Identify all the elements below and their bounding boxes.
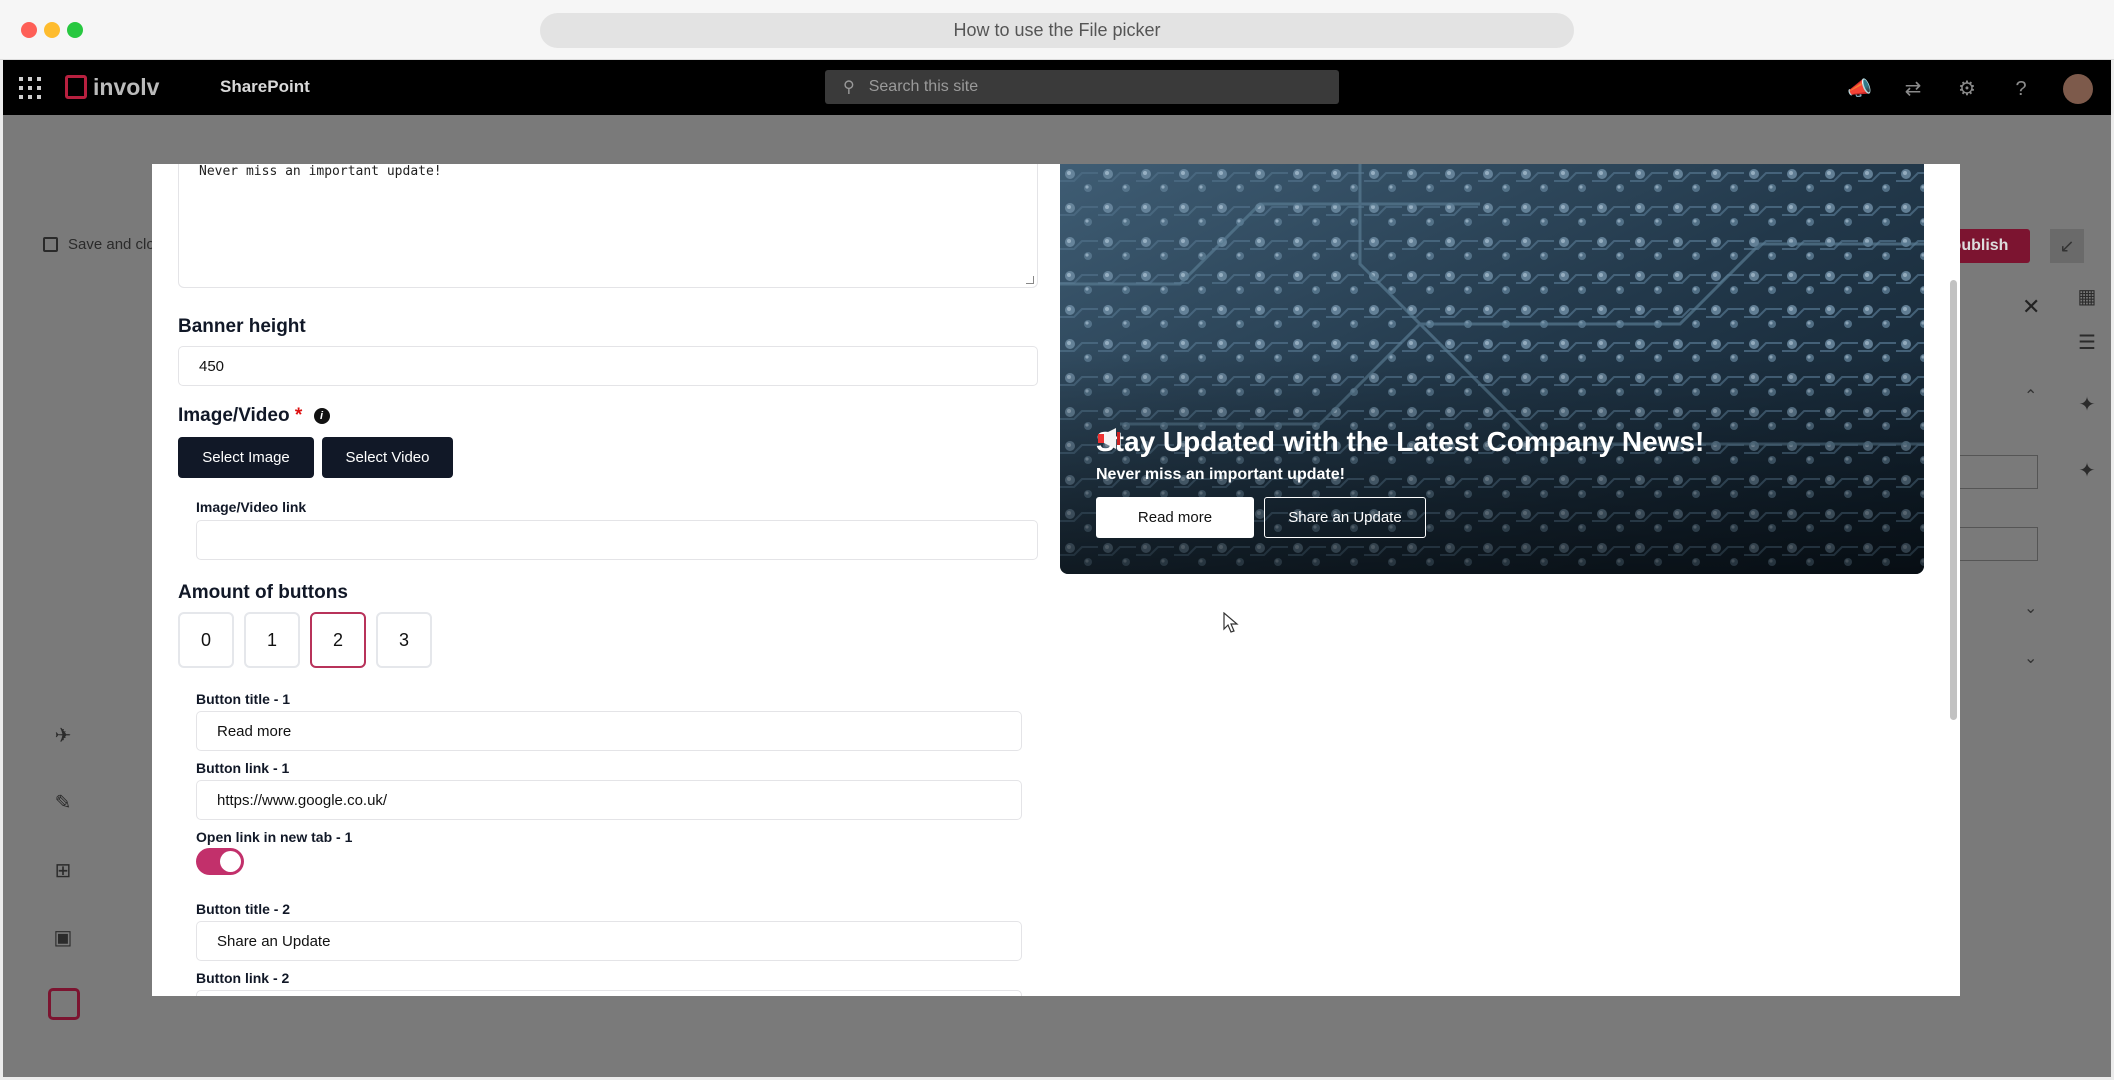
amount-of-buttons-label: Amount of buttons — [178, 582, 348, 603]
button-title-1-input[interactable]: Read more — [196, 711, 1022, 751]
save-and-close-label: Save and clo — [68, 236, 155, 253]
banner-subtitle: Never miss an important update! — [1096, 466, 1345, 483]
amount-option-0[interactable]: 0 — [178, 612, 234, 668]
image-video-link-input[interactable] — [196, 520, 1038, 560]
amount-option-2[interactable]: 2 — [310, 612, 366, 668]
property-pane-close-icon[interactable]: ✕ — [2022, 294, 2040, 320]
button-title-1-label: Button title - 1 — [196, 691, 291, 707]
required-mark: * — [294, 405, 303, 426]
amount-option-3[interactable]: 3 — [376, 612, 432, 668]
chevron-down-icon[interactable]: ⌄ — [2024, 648, 2037, 668]
banner-height-input[interactable]: 450 — [178, 346, 1038, 386]
modal-scrollbar[interactable] — [1950, 280, 1957, 720]
window-title[interactable]: How to use the File picker — [540, 13, 1574, 48]
banner-editor-modal: Never miss an important update! Banner h… — [152, 164, 1960, 996]
search-placeholder: Search this site — [868, 78, 979, 95]
collapse-icon[interactable]: ↙ — [2050, 229, 2084, 263]
button-link-2-input[interactable] — [196, 990, 1022, 996]
banner-preview: Stay Updated with the Latest Company New… — [1060, 164, 1924, 574]
button-title-2-input[interactable]: Share an Update — [196, 921, 1022, 961]
pin-icon[interactable]: ✦ — [2075, 458, 2099, 483]
toolbox-icon[interactable]: ▦ — [2075, 284, 2099, 309]
property-pane-dropdown[interactable] — [1958, 527, 2038, 561]
preview-share-update-button[interactable]: Share an Update — [1264, 497, 1426, 538]
close-window-button[interactable] — [21, 22, 37, 38]
image-video-link-label: Image/Video link — [196, 499, 307, 515]
search-icon: ⚲ — [843, 79, 855, 96]
save-and-close-button[interactable]: Save and clo — [43, 236, 155, 253]
help-icon[interactable]: ? — [2009, 77, 2033, 101]
save-icon — [43, 237, 58, 252]
description-value: Never miss an important update! — [199, 164, 442, 179]
banner-title-text: Stay Updated with the Latest Company New… — [1096, 426, 1705, 457]
button-link-1-label: Button link - 1 — [196, 760, 290, 776]
involv-logo[interactable]: involv — [65, 73, 159, 101]
toggle-knob — [220, 851, 241, 872]
property-pane-field[interactable] — [1958, 455, 2038, 489]
share-icon[interactable]: ⇄ — [1901, 77, 1925, 101]
banner-height-label: Banner height — [178, 316, 306, 337]
amount-option-1[interactable]: 1 — [244, 612, 300, 668]
gear-icon[interactable]: ⚙ — [1955, 77, 1979, 101]
translate-icon[interactable]: ✈ — [50, 723, 76, 749]
sparkle-icon[interactable]: ✦ — [2075, 392, 2099, 417]
select-image-button[interactable]: Select Image — [178, 437, 314, 478]
info-icon[interactable]: i — [313, 407, 330, 424]
open-new-tab-1-toggle[interactable] — [196, 848, 244, 875]
suite-actions: 📣 ⇄ ⚙ ? — [1847, 74, 2093, 104]
site-search-box[interactable]: ⚲ Search this site — [825, 70, 1339, 104]
user-avatar[interactable] — [2063, 74, 2093, 104]
button-title-2-label: Button title - 2 — [196, 901, 291, 917]
involv-logo-text: involv — [93, 73, 160, 100]
edit-page-icon[interactable]: ✎ — [50, 790, 76, 816]
suite-bar: involv SharePoint ⚲ Search this site 📣 ⇄… — [3, 60, 2111, 115]
select-video-button[interactable]: Select Video — [322, 437, 453, 478]
chevron-up-icon[interactable]: ⌃ — [2024, 386, 2037, 406]
involv-logo-mark-icon — [65, 75, 87, 99]
open-new-tab-1-label: Open link in new tab - 1 — [196, 829, 353, 845]
megaphone-icon — [1098, 428, 1120, 449]
button-link-2-label: Button link - 2 — [196, 970, 290, 986]
megaphone-icon[interactable]: 📣 — [1847, 77, 1872, 101]
image-video-label-group: Image/Video * i — [178, 405, 330, 427]
preview-read-more-button[interactable]: Read more — [1096, 497, 1254, 538]
minimize-window-button[interactable] — [44, 22, 60, 38]
banner-title: Stay Updated with the Latest Company New… — [1096, 426, 1704, 458]
sharepoint-app-name[interactable]: SharePoint — [220, 77, 310, 97]
maximize-window-button[interactable] — [67, 22, 83, 38]
button-link-1-input[interactable]: https://www.google.co.uk/ — [196, 780, 1022, 820]
settings-sliders-icon[interactable]: ☰ — [2075, 330, 2099, 355]
add-section-icon[interactable]: ⊞ — [50, 858, 76, 884]
app-launcher-icon[interactable] — [19, 77, 41, 99]
image-video-label: Image/Video — [178, 405, 290, 426]
window-titlebar: How to use the File picker — [0, 0, 2114, 60]
mouse-cursor-icon — [1223, 612, 1239, 633]
chevron-down-icon[interactable]: ⌄ — [2024, 598, 2037, 618]
page-details-icon[interactable]: ▣ — [50, 925, 76, 951]
description-textarea[interactable]: Never miss an important update! — [178, 164, 1038, 288]
involv-app-icon[interactable] — [48, 988, 80, 1020]
resize-handle-icon[interactable] — [1026, 276, 1034, 284]
